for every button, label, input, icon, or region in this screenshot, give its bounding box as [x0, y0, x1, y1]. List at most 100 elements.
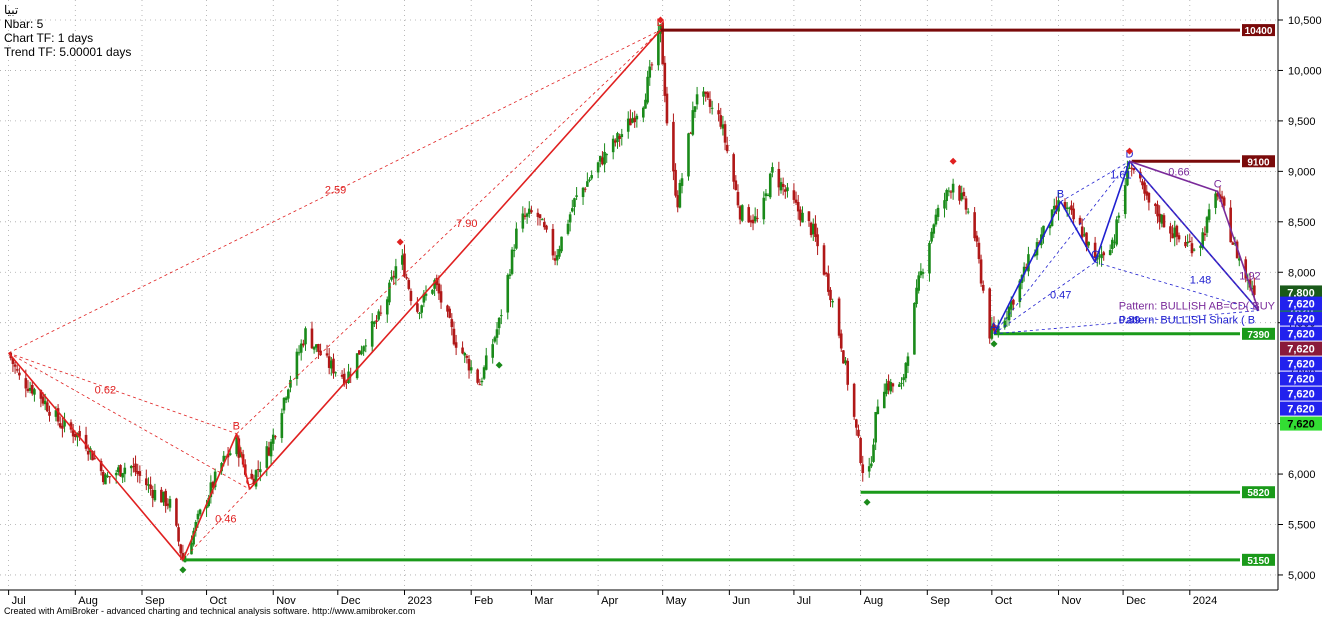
x-tick-label: Sep: [930, 595, 950, 607]
candle-body: [928, 242, 931, 274]
candle-body: [407, 280, 411, 289]
candle-body: [1192, 249, 1196, 251]
pattern-ratio-line: [993, 161, 1130, 335]
candle-body: [870, 463, 873, 467]
candle-body: [786, 187, 789, 192]
candle-body: [1162, 215, 1166, 228]
pattern-text-label: 0.89: [1119, 315, 1140, 327]
candle-body: [271, 434, 275, 444]
candle-body: [196, 513, 200, 520]
y-tick-label: 9,000: [1288, 166, 1316, 178]
pattern-leg: [1060, 201, 1096, 263]
candle-body: [951, 183, 955, 193]
candle-body: [962, 191, 966, 197]
x-tick-label: Jun: [732, 595, 750, 607]
candle-body: [476, 369, 479, 383]
candle-body: [672, 121, 675, 172]
price-tags: 7,80076207,6207,6207,6207,6207,6207,6207…: [1280, 285, 1322, 431]
candle-body: [807, 211, 811, 222]
candle-body: [491, 344, 494, 358]
candle-body: [620, 134, 624, 138]
y-tick-label: 5,500: [1288, 520, 1316, 532]
candle-body: [695, 94, 699, 105]
candle-body: [540, 219, 544, 221]
pattern-point-label: C: [246, 476, 254, 488]
candle-body: [979, 259, 983, 284]
candle-body: [538, 214, 542, 219]
candle-body: [551, 228, 555, 256]
x-tick-label: May: [666, 595, 687, 607]
candle-body: [530, 210, 533, 213]
candle-body: [1188, 241, 1192, 243]
pattern-point-label: B: [233, 421, 240, 433]
candle-body: [355, 353, 359, 379]
candle-body: [153, 489, 157, 501]
x-tick-label: Oct: [995, 595, 1012, 607]
candle-body: [571, 208, 574, 212]
candle-body: [898, 384, 901, 387]
candle-body: [310, 328, 314, 349]
candle-body: [403, 253, 406, 277]
candle-body: [545, 225, 548, 230]
candle-body: [852, 383, 856, 417]
candle-body: [1190, 243, 1194, 254]
stacked-tag-label: 7,620: [1287, 299, 1315, 311]
price-chart[interactable]: 104009100739058205150 BCD0.620.462.597.9…: [0, 0, 1336, 619]
y-tick-label: 10,000: [1288, 65, 1322, 77]
candle-body: [508, 274, 512, 276]
candle-body: [1072, 208, 1075, 220]
candle-body: [409, 290, 413, 301]
candle-body: [975, 235, 979, 242]
pattern-point-label: B: [1057, 189, 1064, 201]
candle-body: [431, 289, 434, 294]
candle-body: [93, 458, 96, 460]
candle-body: [1012, 299, 1015, 305]
stacked-tag-label: 7,620: [1287, 419, 1315, 431]
pattern-text-label: Pattern: BULLISH AB=CD( BUY: [1119, 301, 1276, 313]
candle-body: [15, 369, 19, 371]
candle-body: [687, 133, 690, 177]
candle-body: [18, 372, 21, 376]
candle-body: [747, 207, 751, 223]
candle-body: [13, 364, 17, 367]
candle-body: [596, 162, 600, 173]
candle-body: [478, 384, 482, 386]
candle-body: [228, 453, 232, 456]
x-tick-label: Apr: [601, 595, 618, 607]
x-tick-label: Feb: [474, 595, 493, 607]
pattern-ratio-label: 0.46: [215, 513, 236, 525]
candle-body: [603, 151, 606, 165]
candle-body: [706, 92, 710, 98]
pattern-ratio-label: 1.92: [1239, 270, 1260, 282]
candle-body: [846, 360, 849, 385]
candle-body: [390, 277, 393, 280]
trend-timeframe-label: Trend TF: 5.00001 days: [4, 45, 132, 59]
candle-body: [1080, 226, 1084, 238]
signal-diamond: [863, 498, 871, 506]
candle-body: [837, 298, 841, 336]
y-tick-label: 8,000: [1288, 267, 1316, 279]
candle-body: [450, 319, 454, 328]
level-label: 7390: [1247, 330, 1270, 341]
candle-body: [859, 438, 862, 464]
candle-body: [725, 144, 729, 152]
stacked-tag-label: 7,620: [1287, 374, 1315, 386]
candle-body: [510, 249, 514, 274]
candle-body: [145, 478, 148, 486]
candle-body: [801, 212, 804, 223]
candle-body: [740, 205, 744, 221]
candle-body: [882, 391, 886, 409]
stacked-tag-label: 7,620: [1287, 389, 1315, 401]
pattern-ratio-label: 1.48: [1190, 274, 1211, 286]
pattern-leg: [248, 29, 662, 490]
candle-body: [657, 30, 660, 66]
candle-body: [1115, 219, 1118, 245]
candle-body: [568, 214, 572, 223]
candle-body: [1203, 233, 1207, 236]
candle-body: [717, 110, 720, 115]
candle-body: [913, 303, 916, 355]
candle-body: [650, 64, 654, 66]
candle-body: [943, 200, 946, 209]
pattern-ratio-label: 0.66: [1168, 166, 1189, 178]
x-tick-label: 2024: [1193, 595, 1217, 607]
